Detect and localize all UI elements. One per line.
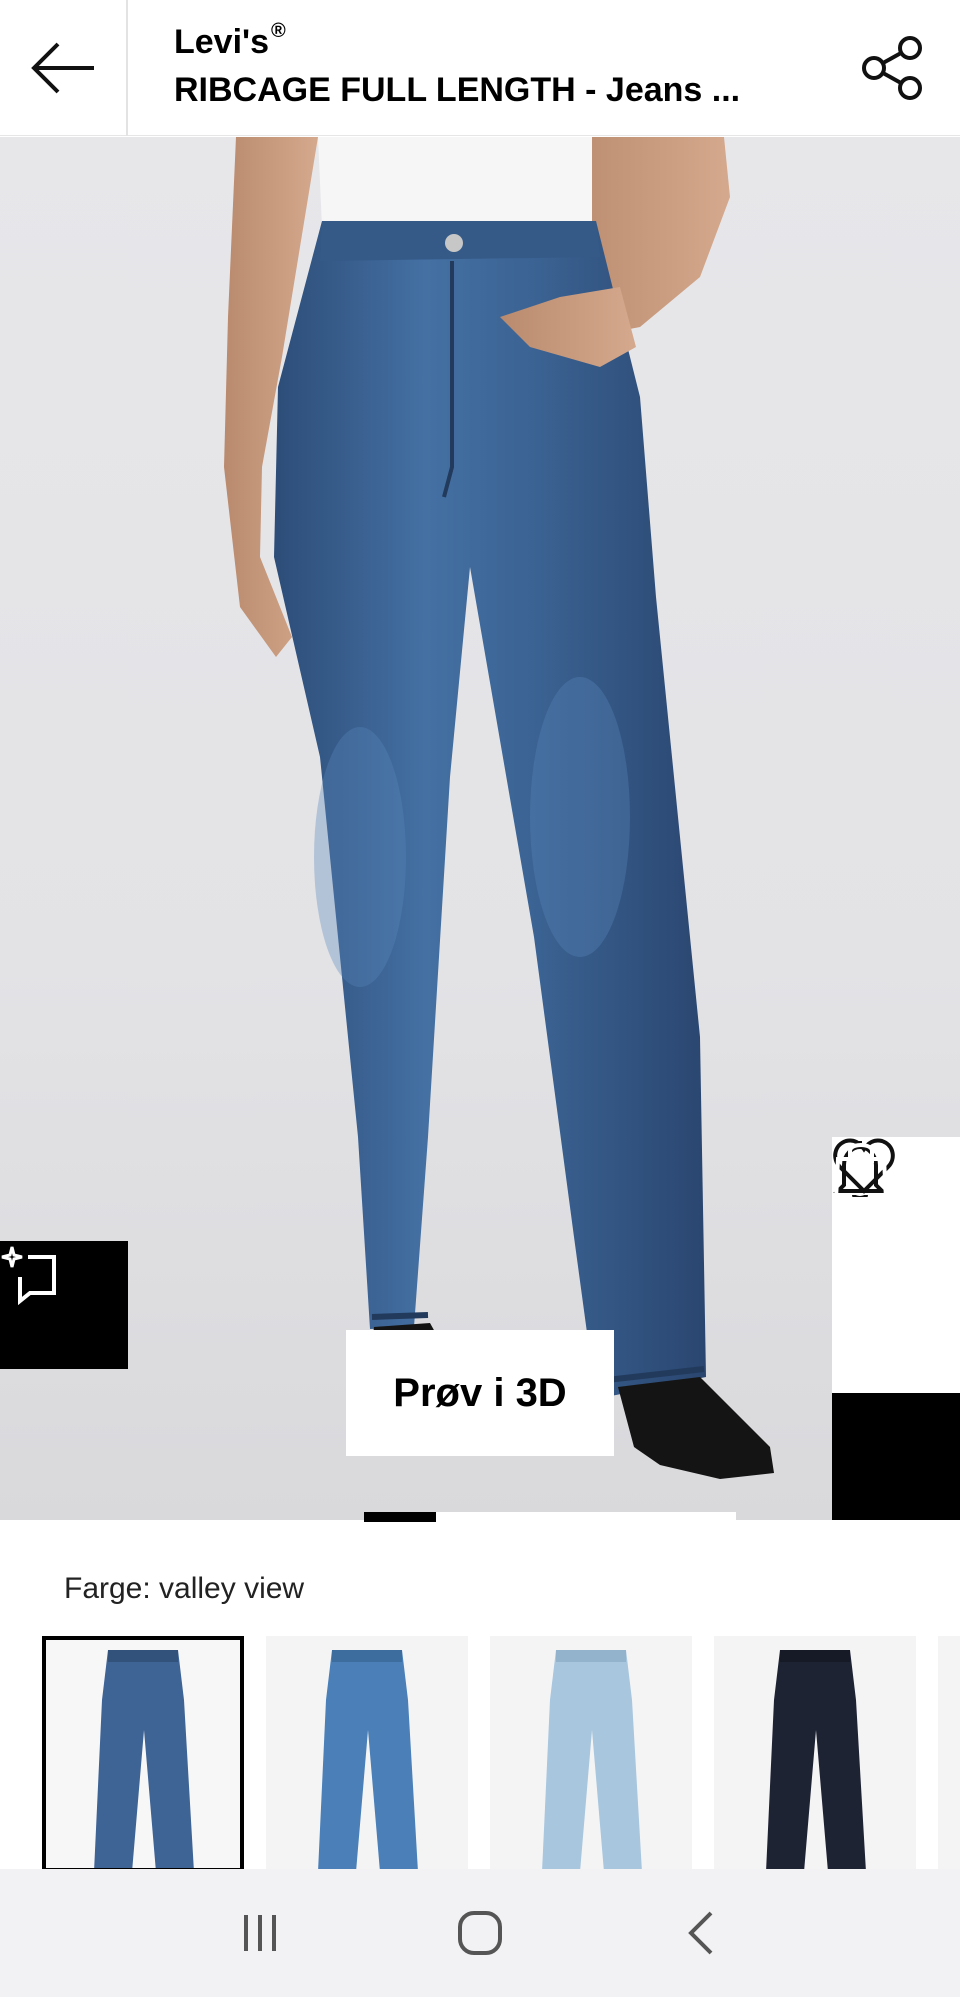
- image-pager: [364, 1512, 736, 1522]
- top-app-bar: Levi's ® RIBCAGE FULL LENGTH - Jeans ...: [0, 0, 960, 136]
- system-back-button[interactable]: [660, 1893, 740, 1973]
- color-swatch-3[interactable]: [490, 1636, 692, 1872]
- color-label: Farge: valley view: [64, 1572, 305, 1605]
- jeans-model-photo: [224, 137, 774, 1479]
- product-image[interactable]: Prøv i 3D: [0, 137, 960, 1520]
- color-swatches: [42, 1636, 960, 1872]
- product-title: RIBCAGE FULL LENGTH - Jeans ...: [174, 71, 741, 109]
- recents-icon: [244, 1915, 276, 1951]
- arrow-left-icon: [31, 42, 94, 94]
- header-titles: Levi's ® RIBCAGE FULL LENGTH - Jeans ...: [174, 18, 814, 114]
- system-navigation-bar: [0, 1869, 960, 1997]
- registered-mark: ®: [271, 20, 286, 42]
- color-swatch-valley-view[interactable]: [42, 1636, 244, 1872]
- sparkle-chat-icon: [1, 1246, 56, 1305]
- home-button[interactable]: [440, 1893, 520, 1973]
- brand-label: Levi's: [174, 23, 270, 61]
- home-icon: [458, 1911, 502, 1955]
- back-chevron-icon: [688, 1911, 713, 1955]
- add-to-bag-button[interactable]: [832, 1143, 960, 1520]
- color-swatch-4[interactable]: [714, 1636, 916, 1872]
- swatch-jeans-image: [542, 1650, 642, 1872]
- swatch-jeans-image: [318, 1650, 418, 1872]
- pager-active-indicator: [364, 1512, 436, 1522]
- recents-button[interactable]: [220, 1893, 300, 1973]
- side-action-bar: [832, 1137, 960, 1520]
- brand-name[interactable]: Levi's ®: [174, 18, 814, 66]
- back-button[interactable]: [0, 0, 128, 136]
- swatch-jeans-image: [94, 1650, 194, 1868]
- try-3d-button[interactable]: Prøv i 3D: [346, 1330, 614, 1456]
- share-icon: [862, 36, 922, 100]
- color-swatch-5[interactable]: [938, 1636, 960, 1872]
- color-swatch-2[interactable]: [266, 1636, 468, 1872]
- wishlist-button[interactable]: [832, 1138, 960, 1393]
- ai-assistant-button[interactable]: [0, 1241, 128, 1369]
- swatch-jeans-image: [766, 1650, 866, 1872]
- shopping-bag-icon: [833, 1143, 889, 1201]
- share-button[interactable]: [852, 28, 932, 108]
- try-3d-label: Prøv i 3D: [393, 1370, 567, 1415]
